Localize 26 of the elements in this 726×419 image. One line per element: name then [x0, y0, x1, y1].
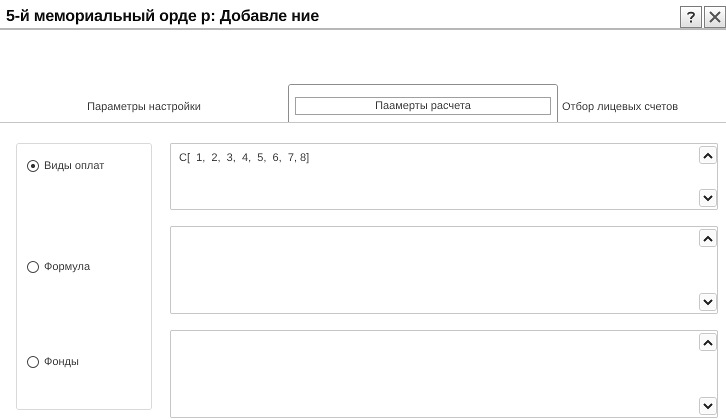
chevron-down-icon: [703, 194, 713, 202]
radio-label: Виды оплат: [44, 160, 104, 172]
radio-button[interactable]: [27, 356, 39, 368]
chevron-up-icon: [703, 338, 713, 346]
window-title: 5-й мемориальный орде р: Добавле ние: [6, 8, 320, 26]
field-value: C[ 1, 2, 3, 4, 5, 6, 7, 8]: [179, 151, 310, 166]
help-button[interactable]: [680, 6, 702, 28]
radio-button[interactable]: [27, 260, 39, 272]
scroll-down-button[interactable]: [699, 189, 717, 207]
scroll-down-button[interactable]: [699, 293, 717, 311]
close-button[interactable]: [704, 6, 726, 28]
radio-label: Формула: [44, 260, 90, 272]
text-area[interactable]: C[ 1, 2, 3, 4, 5, 6, 7, 8]: [170, 143, 718, 210]
chevron-up-icon: [703, 234, 713, 242]
tab[interactable]: Паамерты расчета: [288, 84, 558, 122]
close-icon: [709, 11, 721, 23]
help-icon: [687, 11, 695, 23]
chevron-up-icon: [703, 152, 713, 158]
radio-label: Фонды: [44, 356, 79, 368]
chevron-down-icon: [703, 402, 713, 410]
scroll-up-button[interactable]: [699, 333, 717, 351]
scroll-down-button[interactable]: [699, 397, 717, 415]
radio-button[interactable]: [27, 160, 39, 172]
scroll-up-button[interactable]: [699, 146, 717, 164]
chevron-down-icon: [703, 298, 713, 306]
scroll-up-button[interactable]: [699, 229, 717, 247]
